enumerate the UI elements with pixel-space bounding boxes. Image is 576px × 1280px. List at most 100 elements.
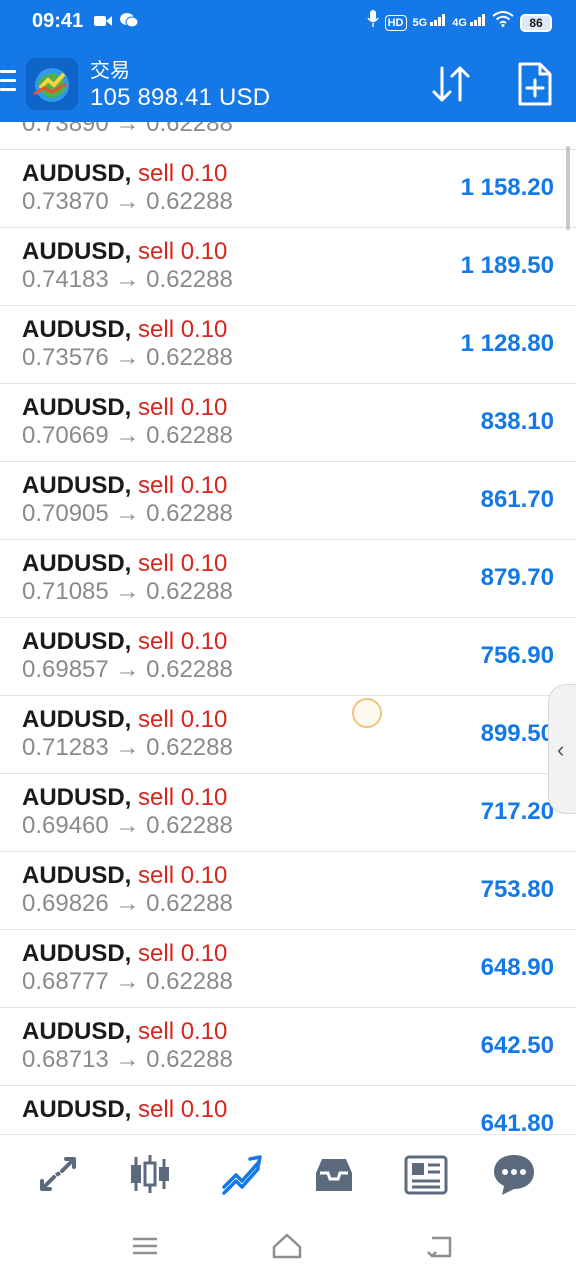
position-side: sell 0.10 [138,1018,228,1045]
app-logo [26,58,78,110]
table-row[interactable]: 0.73890 → 0.62288 [0,122,576,150]
status-bar: 09:41 HD 5G 4G 86 [0,0,576,44]
position-symbol: AUDUSD, [22,472,132,499]
position-symbol: AUDUSD, [22,550,132,577]
table-row[interactable]: AUDUSD, sell 0.10 0.73870 → 0.62288 1 15… [0,150,576,228]
position-prices: 0.73870 → 0.62288 [22,188,233,215]
microphone-icon [366,10,379,35]
table-row[interactable]: AUDUSD, sell 0.10 0.74183 → 0.62288 1 18… [0,228,576,306]
scrollbar[interactable] [566,146,570,230]
position-side: sell 0.10 [138,160,228,187]
table-row[interactable]: AUDUSD, sell 0.10 0.69857 → 0.62288 756.… [0,618,576,696]
new-order-button[interactable] [512,60,556,108]
position-symbol: AUDUSD, [22,1018,132,1045]
touch-indicator [352,698,382,728]
inbox-icon [316,1159,352,1191]
position-prices: 0.74183 → 0.62288 [22,266,233,293]
position-side: sell 0.10 [138,1096,228,1123]
position-prices: 0.71283 → 0.62288 [22,734,233,761]
newspaper-icon [404,1155,448,1195]
position-symbol: AUDUSD, [22,706,132,733]
network-5g-label: 5G [412,16,428,29]
battery-icon: 86 [520,13,552,32]
top-app-bar: 09:41 HD 5G 4G 86 交易 105 898.41 USD [0,0,576,122]
position-prices: 0.68777 → 0.62288 [22,968,233,995]
table-row[interactable]: AUDUSD, sell 0.10 0.71085 → 0.62288 879.… [0,540,576,618]
position-side: sell 0.10 [138,706,228,733]
tab-trade[interactable] [218,1151,266,1197]
position-symbol: AUDUSD, [22,316,132,343]
network-4g-icon: 4G [452,12,486,34]
recent-apps-button[interactable] [128,1230,162,1262]
menu-lines-icon [133,1237,157,1255]
account-balance: 105 898.41 USD [90,84,271,111]
table-row[interactable]: AUDUSD, sell 0.10 0.68713 → 0.62288 642.… [0,1008,576,1086]
arrows-icon [40,1157,76,1191]
position-prices: 0.69460 → 0.62288 [22,812,233,839]
position-profit: 1 128.80 [460,330,554,357]
position-side: sell 0.10 [138,316,228,343]
hd-badge: HD [384,14,407,31]
tab-quotes[interactable] [34,1151,82,1197]
position-symbol: AUDUSD, [22,394,132,421]
position-profit: 642.50 [480,1032,554,1059]
position-profit: 641.80 [480,1110,554,1134]
tab-chart[interactable] [126,1151,174,1197]
position-side: sell 0.10 [138,628,228,655]
sort-arrows-icon [432,66,470,102]
status-time: 09:41 [32,10,84,32]
position-profit: 838.10 [480,408,554,435]
table-row[interactable]: AUDUSD, sell 0.10 0.68777 → 0.62288 648.… [0,930,576,1008]
position-symbol: AUDUSD, [22,1096,132,1123]
position-symbol: AUDUSD, [22,940,132,967]
network-5g-icon: 5G [413,12,447,34]
tab-messages[interactable] [490,1151,538,1197]
table-row[interactable]: AUDUSD, sell 0.10 641.80 [0,1086,576,1134]
position-prices: 0.73890 → 0.62288 [22,122,233,137]
new-document-icon [518,62,552,106]
position-side: sell 0.10 [138,784,228,811]
home-button[interactable] [270,1230,304,1262]
position-prices: 0.69826 → 0.62288 [22,890,233,917]
wechat-icon [120,12,139,35]
position-profit: 756.90 [480,642,554,669]
tab-history[interactable] [310,1151,358,1197]
home-icon [272,1233,302,1259]
position-profit: 1 158.20 [460,174,554,201]
table-row[interactable]: AUDUSD, sell 0.10 0.69460 → 0.62288 717.… [0,774,576,852]
positions-list[interactable]: 0.73890 → 0.62288 AUDUSD, sell 0.10 0.73… [0,122,576,1134]
position-symbol: AUDUSD, [22,160,132,187]
table-row[interactable]: AUDUSD, sell 0.10 0.71283 → 0.62288 899.… [0,696,576,774]
sort-button[interactable] [428,62,476,106]
menu-icon[interactable] [0,70,16,96]
position-symbol: AUDUSD, [22,784,132,811]
table-row[interactable]: AUDUSD, sell 0.10 0.69826 → 0.62288 753.… [0,852,576,930]
table-row[interactable]: AUDUSD, sell 0.10 0.73576 → 0.62288 1 12… [0,306,576,384]
table-row[interactable]: AUDUSD, sell 0.10 0.70669 → 0.62288 838.… [0,384,576,462]
page-title: 交易 [90,60,130,82]
back-icon [427,1236,452,1258]
position-side: sell 0.10 [138,394,228,421]
table-row[interactable]: AUDUSD, sell 0.10 0.70905 → 0.62288 861.… [0,462,576,540]
video-icon [94,13,112,35]
position-prices: 0.70669 → 0.62288 [22,422,233,449]
position-profit: 648.90 [480,954,554,981]
position-side: sell 0.10 [138,862,228,889]
position-profit: 753.80 [480,876,554,903]
tab-news[interactable] [402,1151,450,1197]
position-prices: 0.69857 → 0.62288 [22,656,233,683]
position-side: sell 0.10 [138,238,228,265]
side-panel-handle[interactable]: ‹ [548,684,576,814]
candlestick-icon [131,1155,169,1193]
position-profit: 717.20 [480,798,554,825]
position-profit: 879.70 [480,564,554,591]
position-profit: 861.70 [480,486,554,513]
bottom-tab-bar [0,1134,576,1212]
position-profit: 899.50 [480,720,554,747]
position-symbol: AUDUSD, [22,628,132,655]
position-profit: 1 189.50 [460,252,554,279]
position-prices: 0.70905 → 0.62288 [22,500,233,527]
back-button[interactable] [424,1230,458,1262]
position-side: sell 0.10 [138,940,228,967]
chat-icon [494,1155,534,1195]
